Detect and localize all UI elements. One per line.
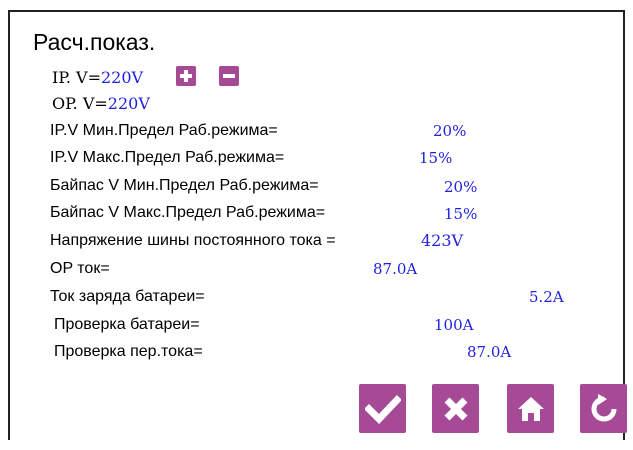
- param-label-bypass-max: Байпас V Макс.Предел Раб.режима=: [50, 204, 326, 221]
- param-label-charge-current: Ток заряда батареи=: [50, 288, 205, 305]
- param-value-dc-bus: 423V: [421, 231, 464, 250]
- param-label-op-current: OP ток=: [50, 260, 110, 277]
- param-value-op-current: 87.0A: [373, 260, 418, 278]
- ip-voltage-row: IP. V=220V: [52, 68, 143, 88]
- decrease-button[interactable]: [219, 66, 239, 86]
- close-icon: [444, 397, 467, 420]
- op-voltage-row: OP. V=220V: [52, 94, 150, 114]
- param-value-bypass-max: 15%: [444, 205, 478, 223]
- check-icon: [364, 394, 401, 424]
- param-value-bypass-min: 20%: [444, 178, 478, 196]
- param-value-ipv-max: 15%: [419, 149, 453, 167]
- op-voltage-value: 220V: [107, 94, 150, 113]
- home-button[interactable]: [507, 384, 554, 433]
- param-value-battery-check: 100A: [434, 316, 474, 334]
- cancel-button[interactable]: [432, 384, 479, 433]
- ip-voltage-value: 220V: [100, 68, 144, 87]
- param-label-ipv-max: IP.V Макс.Предел Раб.режима=: [50, 149, 285, 166]
- increase-button[interactable]: [176, 66, 196, 86]
- refresh-button[interactable]: [580, 384, 627, 433]
- param-label-dc-bus: Напряжение шины постоянного тока =: [50, 232, 336, 249]
- page-title: Расч.показ.: [33, 29, 156, 55]
- op-voltage-label: OP. V=: [52, 94, 108, 113]
- param-label-ac-check: Проверка пер.тока=: [54, 343, 203, 360]
- param-label-ipv-min: IP.V Мин.Предел Раб.режима=: [50, 122, 278, 139]
- confirm-button[interactable]: [359, 384, 406, 433]
- param-label-battery-check: Проверка батареи=: [54, 316, 200, 333]
- plus-icon-stem: [184, 70, 188, 82]
- refresh-icon: [591, 393, 616, 421]
- param-value-ac-check: 87.0A: [467, 343, 512, 361]
- param-value-ipv-min: 20%: [433, 122, 467, 140]
- home-icon: [517, 396, 544, 421]
- param-value-charge-current: 5.2A: [529, 288, 564, 306]
- ip-voltage-label: IP. V=: [52, 68, 101, 87]
- param-label-bypass-min: Байпас V Мин.Предел Раб.режима=: [50, 177, 319, 194]
- minus-icon: [223, 74, 235, 78]
